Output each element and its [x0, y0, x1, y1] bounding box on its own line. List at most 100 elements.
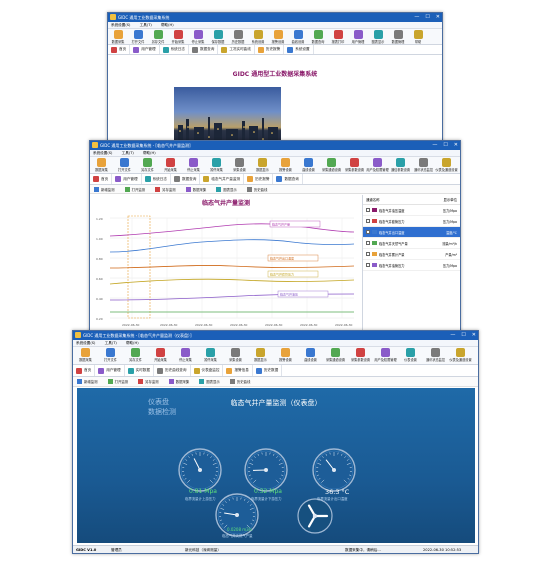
minimize-icon[interactable]: —	[432, 141, 437, 150]
toolbar-button-9[interactable]: 曲线设置	[288, 29, 308, 44]
toolbar-button-2[interactable]: 另存文件	[123, 347, 148, 364]
tab-0[interactable]: 首页	[73, 365, 96, 376]
channel-row[interactable]: 临态气井累计产量 产量/m³	[363, 249, 460, 260]
toolbar-button-0[interactable]: 数据采集	[73, 347, 98, 364]
tab-2[interactable]: 系统日志	[142, 174, 171, 184]
tab-4[interactable]: 工况实时曲线	[218, 45, 255, 54]
toolbar-button-13[interactable]: 通信参数设置	[389, 157, 412, 173]
toolbar-button-10[interactable]: 采集通道设置	[323, 347, 348, 364]
tab-3[interactable]: 数据查询	[189, 45, 219, 54]
toolbar-button-8[interactable]: 报警设置	[273, 347, 298, 364]
channel-row[interactable]: 临态气井套管压力 压力/Mpa	[363, 216, 460, 227]
maximize-icon[interactable]: ☐	[425, 13, 429, 22]
menu-help[interactable]: 帮助(H)	[126, 341, 139, 345]
channel-row[interactable]: 临态气井油压温度 压力/Mpa	[363, 205, 460, 216]
toolbar-button-5[interactable]: 暂停采集	[205, 157, 228, 173]
toolbar-button-5[interactable]: 保存数据	[208, 29, 228, 44]
menu-help[interactable]: 帮助(H)	[143, 151, 156, 155]
tab-0[interactable]: 首页	[108, 45, 131, 54]
tab-3[interactable]: 数据查询	[171, 174, 201, 184]
toolbar-button-14[interactable]: 通讯状态监控	[423, 347, 448, 364]
sub-button-1[interactable]: 打开监测	[124, 186, 145, 192]
toolbar-button-8[interactable]: 报警设置	[274, 157, 297, 173]
toolbar-button-5[interactable]: 暂停采集	[198, 347, 223, 364]
toolbar-button-6[interactable]: 采集设置	[228, 157, 251, 173]
toolbar-button-1[interactable]: 打开文件	[113, 157, 136, 173]
tab-4[interactable]: 临态气井产量监测	[200, 174, 245, 184]
tab-1[interactable]: 用户管理	[130, 45, 160, 54]
tab-6[interactable]: 系统设置	[284, 45, 314, 54]
toolbar-button-1[interactable]: 打开文件	[98, 347, 123, 364]
sub-button-2[interactable]: 另存监测	[155, 186, 176, 192]
toolbar-button-14[interactable]: 数据管理	[388, 29, 408, 44]
toolbar-button-3[interactable]: 开始采集	[168, 29, 188, 44]
toolbar-button-2[interactable]: 另存文件	[148, 29, 168, 44]
menu-tools[interactable]: 工具(T)	[122, 151, 134, 155]
toolbar-button-11[interactable]: 报表打印	[328, 29, 348, 44]
menu-tools[interactable]: 工具(T)	[105, 341, 117, 345]
toolbar-button-7[interactable]: 数据显示	[248, 347, 273, 364]
toolbar-button-11[interactable]: 采集参数设置	[343, 157, 366, 173]
maximize-icon[interactable]: ☐	[443, 141, 447, 150]
tab-6[interactable]: 历史数据	[253, 365, 283, 376]
toolbar-button-11[interactable]: 采集参数设置	[348, 347, 373, 364]
menu-settings[interactable]: 系统设置(S)	[111, 23, 130, 27]
toolbar-button-4[interactable]: 停止采集	[182, 157, 205, 173]
maximize-icon[interactable]: ☐	[461, 331, 465, 340]
tab-1[interactable]: 用户管理	[112, 174, 142, 184]
sub-button-0[interactable]: 新增监测	[77, 379, 98, 384]
toolbar-button-12[interactable]: 用户及权限管理	[373, 347, 398, 364]
tab-2[interactable]: 实时数据	[125, 365, 154, 376]
toolbar-button-8[interactable]: 报警设置	[268, 29, 288, 44]
channel-checkbox[interactable]	[366, 230, 370, 234]
toolbar-button-1[interactable]: 打开文件	[128, 29, 148, 44]
sub-button-0[interactable]: 新增监测	[94, 186, 115, 192]
toolbar-button-0[interactable]: 数据采集	[108, 29, 128, 44]
tab-3[interactable]: 历史曲线查询	[154, 365, 191, 376]
sub-button-3[interactable]: 数据采集	[185, 186, 206, 192]
toolbar-button-7[interactable]: 数据显示	[251, 157, 274, 173]
channel-row[interactable]: 临态气井油管压力 压力/Mpa	[363, 260, 460, 271]
tab-2[interactable]: 系统日志	[160, 45, 189, 54]
menu-settings[interactable]: 系统设置(S)	[93, 151, 112, 155]
channel-checkbox[interactable]	[366, 208, 370, 212]
tab-0[interactable]: 首页	[90, 174, 113, 184]
sub-button-4[interactable]: 图表显示	[199, 379, 220, 384]
toolbar-button-10[interactable]: 采集通道设置	[320, 157, 343, 173]
menu-help[interactable]: 帮助(H)	[161, 23, 174, 27]
tab-4[interactable]: 仪表盘监控	[191, 365, 224, 376]
toolbar-button-7[interactable]: 系统设置	[248, 29, 268, 44]
sub-button-3[interactable]: 数据采集	[168, 379, 189, 384]
toolbar-button-10[interactable]: 数据查询	[308, 29, 328, 44]
toolbar-button-4[interactable]: 停止采集	[173, 347, 198, 364]
sub-button-4[interactable]: 图表显示	[216, 186, 237, 192]
toolbar-button-6[interactable]: 采集设置	[223, 347, 248, 364]
sub-button-5[interactable]: 历史曲线	[246, 186, 267, 192]
menu-tools[interactable]: 工具(T)	[140, 23, 152, 27]
toolbar-button-13[interactable]: 图表显示	[368, 29, 388, 44]
close-icon[interactable]: ✕	[436, 13, 440, 22]
channel-row[interactable]: 临态气井出口温度 温度/℃	[363, 227, 460, 238]
toolbar-button-15[interactable]: 仪表及通道设置	[435, 157, 458, 173]
toolbar-button-3[interactable]: 开始采集	[148, 347, 173, 364]
tab-5[interactable]: 历史报警	[255, 45, 285, 54]
menu-settings[interactable]: 系统设置(S)	[76, 341, 95, 345]
toolbar-button-13[interactable]: 仪表设置	[398, 347, 423, 364]
toolbar-button-0[interactable]: 数据采集	[90, 157, 113, 173]
toolbar-button-3[interactable]: 开始采集	[159, 157, 182, 173]
channel-row[interactable]: 临态气井天然气产量 流量/m³/h	[363, 238, 460, 249]
close-icon[interactable]: ✕	[472, 331, 476, 340]
sub-button-1[interactable]: 打开监测	[107, 379, 128, 384]
toolbar-button-15[interactable]: 仪表及通道设置	[448, 347, 473, 364]
tab-1[interactable]: 用户管理	[95, 365, 125, 376]
sub-button-5[interactable]: 历史曲线	[229, 379, 250, 384]
toolbar-button-14[interactable]: 通讯状态监控	[412, 157, 435, 173]
channel-checkbox[interactable]	[366, 219, 370, 223]
tab-5[interactable]: 报警信息	[223, 365, 253, 376]
toolbar-button-4[interactable]: 停止采集	[188, 29, 208, 44]
toolbar-button-12[interactable]: 用户管理	[348, 29, 368, 44]
close-icon[interactable]: ✕	[454, 141, 458, 150]
toolbar-button-15[interactable]: 帮助	[408, 29, 428, 44]
channel-checkbox[interactable]	[366, 252, 370, 256]
minimize-icon[interactable]: —	[414, 13, 419, 22]
